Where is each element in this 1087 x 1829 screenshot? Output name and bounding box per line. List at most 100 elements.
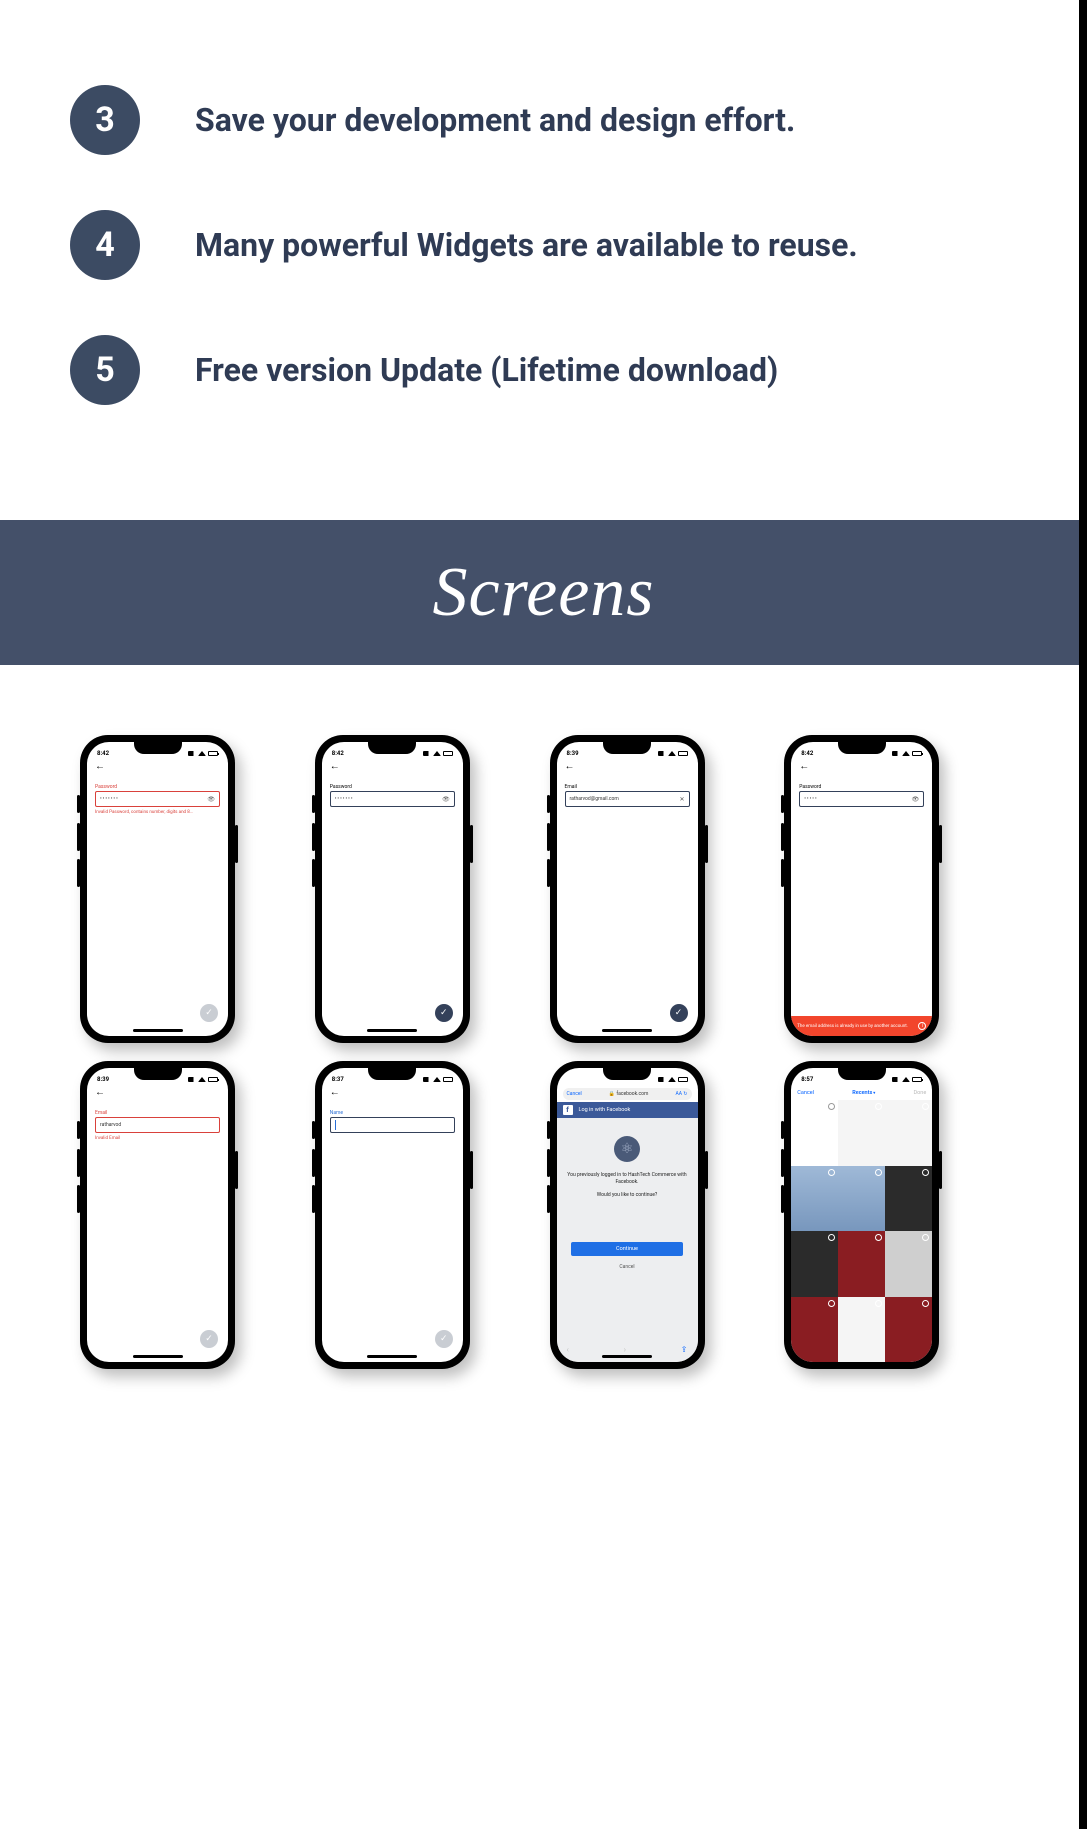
field-label: Password <box>95 784 220 790</box>
feature-row: 3 Save your development and design effor… <box>70 85 1027 155</box>
next-fab[interactable]: ✓ <box>435 1330 453 1348</box>
eye-icon[interactable]: 👁 <box>912 796 920 803</box>
done-button[interactable]: Done <box>914 1090 927 1096</box>
phone-mockup: 8:42 ← Password ••••••• 👁 ✓ <box>315 735 470 1043</box>
photo-cell[interactable] <box>885 1231 932 1297</box>
feature-number-badge: 3 <box>70 85 140 155</box>
next-fab[interactable]: ✓ <box>670 1004 688 1022</box>
share-icon[interactable]: ⇪ <box>681 1345 688 1354</box>
field-value: ••••• <box>804 796 817 802</box>
home-indicator <box>602 1029 652 1032</box>
field-label: Email <box>95 1110 220 1116</box>
back-icon[interactable]: ← <box>95 1088 105 1098</box>
email-field[interactable]: ratharvod@gmail.com ✕ <box>565 791 690 807</box>
signal-icon <box>423 1077 431 1082</box>
eye-icon[interactable]: 👁 <box>442 796 450 803</box>
photo-cell[interactable] <box>791 1231 838 1297</box>
photo-cell[interactable] <box>838 1166 885 1232</box>
photo-cell[interactable] <box>838 1100 885 1166</box>
picker-title[interactable]: Recents▾ <box>852 1090 875 1096</box>
forward-icon[interactable]: › <box>624 1345 626 1354</box>
password-field[interactable]: ••••• 👁 <box>799 791 924 807</box>
screenshots-grid: 8:42 ← Password ••••••• 👁 Invalid Passwo… <box>0 665 1087 1409</box>
phone-mockup: 8:39 ← Email ratharvod@gmail.com ✕ ✓ <box>550 735 705 1043</box>
status-time: 8:42 <box>801 750 813 757</box>
back-icon[interactable]: ← <box>330 762 340 772</box>
cancel-button[interactable]: Cancel <box>797 1090 814 1096</box>
photo-cell[interactable] <box>838 1231 885 1297</box>
battery-icon <box>912 1077 922 1082</box>
feature-number-badge: 4 <box>70 210 140 280</box>
battery-icon <box>678 1077 688 1082</box>
home-indicator <box>367 1029 417 1032</box>
status-time: 8:37 <box>332 1076 344 1083</box>
text-cursor <box>335 1120 336 1130</box>
photo-cell[interactable] <box>885 1100 932 1166</box>
home-indicator <box>133 1355 183 1358</box>
photo-cell[interactable] <box>885 1166 932 1232</box>
back-icon[interactable]: ← <box>95 762 105 772</box>
wifi-icon <box>433 751 441 756</box>
wifi-icon <box>198 751 206 756</box>
reload-icon[interactable]: ↻ <box>683 1091 687 1097</box>
right-black-stripe <box>1079 0 1087 1829</box>
facebook-message: You previously logged in to HashTech Com… <box>567 1172 688 1186</box>
wifi-icon <box>668 751 676 756</box>
field-value: ratharvod@gmail.com <box>570 796 619 802</box>
wifi-icon <box>902 751 910 756</box>
text-size-icon[interactable]: AA <box>676 1091 683 1097</box>
browser-toolbar: ‹ › ⇪ <box>557 1345 698 1354</box>
feature-text: Free version Update (Lifetime download) <box>195 351 778 389</box>
photo-cell[interactable] <box>885 1297 932 1363</box>
photo-cell[interactable] <box>791 1100 838 1166</box>
info-icon: i <box>918 1022 926 1030</box>
battery-icon <box>208 1077 218 1082</box>
photo-cell[interactable] <box>838 1297 885 1363</box>
phone-mockup: 8:37 ← Name ✓ <box>315 1061 470 1369</box>
browser-url-bar[interactable]: Cancel 🔒 facebook.com AA ↻ <box>563 1088 692 1100</box>
status-time: 8:39 <box>567 750 579 757</box>
field-label: Password <box>330 784 455 790</box>
field-value: ratharvod <box>100 1122 121 1128</box>
field-value: ••••••• <box>335 796 354 802</box>
feature-text: Save your development and design effort. <box>195 101 795 139</box>
next-fab[interactable]: ✓ <box>200 1004 218 1022</box>
signal-icon <box>188 1077 196 1082</box>
email-field[interactable]: ratharvod <box>95 1117 220 1133</box>
wifi-icon <box>902 1077 910 1082</box>
facebook-app-avatar: ⚛ <box>614 1136 640 1162</box>
back-icon[interactable]: ‹ <box>567 1345 569 1354</box>
cancel-link[interactable]: Cancel <box>567 1091 582 1097</box>
password-field[interactable]: ••••••• 👁 <box>95 791 220 807</box>
password-field[interactable]: ••••••• 👁 <box>330 791 455 807</box>
phone-mockup: 8:42 ← Password ••••••• 👁 Invalid Passwo… <box>80 735 235 1043</box>
back-icon[interactable]: ← <box>565 762 575 772</box>
next-fab[interactable]: ✓ <box>435 1004 453 1022</box>
back-icon[interactable]: ← <box>799 762 809 772</box>
lock-icon: 🔒 <box>609 1091 615 1097</box>
feature-list: 3 Save your development and design effor… <box>0 0 1087 520</box>
signal-icon <box>188 751 196 756</box>
eye-icon[interactable]: 👁 <box>207 796 215 803</box>
home-indicator <box>602 1355 652 1358</box>
section-header-band: Screens <box>0 520 1087 665</box>
battery-icon <box>443 751 453 756</box>
facebook-logo-icon: f <box>563 1105 573 1115</box>
battery-icon <box>678 751 688 756</box>
name-field[interactable] <box>330 1117 455 1133</box>
wifi-icon <box>433 1077 441 1082</box>
photo-cell[interactable] <box>791 1166 838 1232</box>
phone-mockup: 8:39 ← Email ratharvod Invalid Email ✓ <box>80 1061 235 1369</box>
continue-button[interactable]: Continue <box>571 1242 682 1256</box>
feature-row: 4 Many powerful Widgets are available to… <box>70 210 1027 280</box>
signal-icon <box>423 751 431 756</box>
photo-cell[interactable] <box>791 1297 838 1363</box>
cancel-button[interactable]: Cancel <box>619 1264 634 1270</box>
signal-icon <box>892 1077 900 1082</box>
signal-icon <box>658 1077 666 1082</box>
status-time: 8:42 <box>332 750 344 757</box>
home-indicator <box>367 1355 417 1358</box>
back-icon[interactable]: ← <box>330 1088 340 1098</box>
clear-icon[interactable]: ✕ <box>679 796 684 803</box>
next-fab[interactable]: ✓ <box>200 1330 218 1348</box>
